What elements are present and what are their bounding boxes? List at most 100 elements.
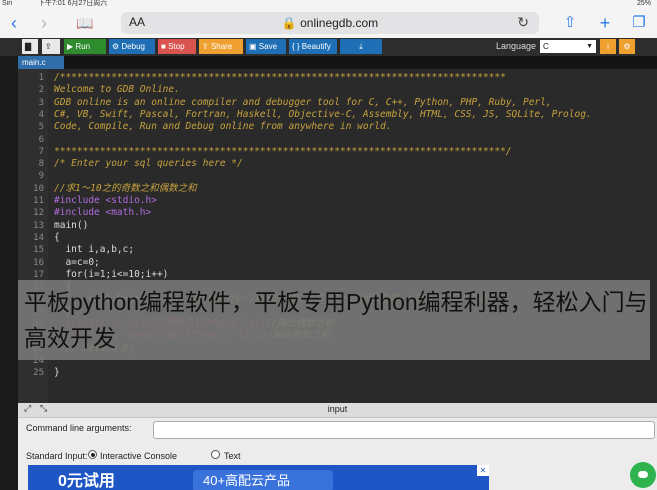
text-label: Text [224, 451, 241, 461]
code-text: /* Enter your sql queries here */ [54, 158, 243, 170]
text-radio[interactable] [211, 450, 220, 459]
line-number: 8 [38, 159, 44, 170]
language-label: Language [496, 41, 537, 51]
input-panel: ⤢ ⤡ input Command line arguments: Standa… [18, 403, 657, 490]
book-icon[interactable]: 📖 [76, 12, 94, 34]
code-text: main() [54, 219, 89, 231]
ad-left-text: 0元试用 [58, 473, 115, 490]
upload-icon[interactable]: ⇪ [42, 39, 60, 54]
chat-icon[interactable] [630, 462, 656, 488]
line-number: 10 [33, 183, 44, 194]
language-select[interactable]: C ▼ [540, 40, 596, 53]
code-line: main() [54, 220, 654, 232]
code-text: GDB online is an online compiler and deb… [54, 96, 552, 108]
code-line: } [54, 367, 654, 379]
caption-overlay: 平板python编程软件，平板专用Python编程利器，轻松入门与高效开发 [18, 280, 650, 360]
stdin-label: Standard Input: [26, 451, 88, 461]
input-title: input [327, 404, 348, 414]
code-text: #include <math.h> [54, 207, 152, 219]
run-button[interactable]: ▶ Run [64, 39, 106, 54]
line-number: 2 [38, 85, 44, 96]
line-number: 1 [38, 73, 44, 83]
code-line: { [54, 232, 654, 244]
share-button[interactable]: ⇪ Share [199, 39, 243, 54]
line-number: 7 [38, 146, 44, 157]
plus-icon[interactable]: + [596, 12, 614, 34]
battery-label: 25% [636, 0, 651, 7]
new-file-icon[interactable]: ▇ [22, 39, 38, 54]
address-bar[interactable]: AA 🔒 onlinegdb.com ↻ [121, 12, 539, 34]
save-button[interactable]: ▣ Save [246, 39, 286, 54]
status-time: 下午7:01 6月27日周六 [38, 0, 108, 7]
line-number: 5 [38, 122, 44, 133]
code-text: Welcome to GDB Online. [54, 84, 180, 96]
code-text: int i,a,b,c; [54, 244, 135, 256]
code-line: Code, Compile, Run and Debug online from… [54, 121, 654, 133]
code-line: #include <stdio.h> [54, 195, 654, 207]
code-line: /***************************************… [54, 72, 654, 84]
code-line: ****************************************… [54, 146, 654, 158]
line-number: 11 [33, 196, 44, 206]
code-line: a=c=0; [54, 257, 654, 269]
beautify-button[interactable]: { } Beautify [289, 39, 337, 54]
input-header: ⤢ ⤡ input [18, 403, 657, 418]
code-text: C#, VB, Swift, Pascal, Fortran, Haskell,… [54, 108, 592, 120]
browser-toolbar: ‹ › 📖 AA 🔒 onlinegdb.com ↻ ⇧ + ❐ [0, 8, 657, 39]
chevron-down-icon: ▼ [586, 43, 593, 50]
line-number: 6 [38, 134, 44, 145]
share-icon[interactable]: ⇧ [561, 12, 579, 34]
interactive-console-radio[interactable] [88, 450, 97, 459]
info-icon[interactable]: i [600, 39, 616, 54]
chevron-right-icon[interactable]: › [36, 12, 52, 34]
code-line: for(i=1;i<=10;i++) [54, 269, 654, 281]
code-line: int i,a,b,c; [54, 244, 654, 256]
code-text: //求1～10之的奇数之和偶数之和 [54, 182, 197, 194]
line-number: 4 [38, 109, 44, 120]
lock-icon: 🔒 [281, 16, 297, 30]
carrier-label: Siri [2, 0, 13, 7]
left-sidebar [0, 56, 18, 490]
line-number: 12 [33, 208, 44, 219]
file-tab-bar: main.c [18, 56, 657, 69]
debug-button[interactable]: ⚙ Debug [109, 39, 155, 54]
cmd-args-input[interactable] [153, 421, 655, 439]
cmd-args-label: Command line arguments: [26, 423, 132, 433]
code-text: /***************************************… [54, 72, 506, 83]
ad-right-text: 40+高配云产品 [193, 470, 333, 490]
ad-banner[interactable]: 0元试用 40+高配云产品 ✕ [28, 465, 489, 490]
close-icon[interactable]: ✕ [477, 465, 489, 476]
line-number: 16 [33, 257, 44, 268]
code-text: { [54, 231, 60, 243]
caption-text: 平板python编程软件，平板专用Python编程利器，轻松入门与高效开发 [24, 289, 648, 351]
url-text: 🔒 onlinegdb.com [281, 16, 379, 30]
line-number: 3 [38, 97, 44, 108]
line-number: 25 [33, 368, 44, 379]
code-text: Code, Compile, Run and Debug online from… [54, 121, 392, 133]
chevron-left-icon[interactable]: ‹ [6, 12, 22, 34]
code-text: ****************************************… [54, 145, 512, 157]
gear-icon[interactable]: ⚙ [619, 39, 635, 54]
download-icon[interactable]: ⤓ [340, 39, 382, 54]
code-line: GDB online is an online compiler and deb… [54, 97, 654, 109]
code-text: for(i=1;i<=10;i++) [54, 268, 169, 280]
line-number: 17 [33, 269, 44, 280]
line-number: 15 [33, 245, 44, 256]
code-text: a=c=0; [54, 256, 100, 268]
line-number: 13 [33, 220, 44, 231]
code-line: Welcome to GDB Online. [54, 84, 654, 96]
line-number: 9 [38, 171, 44, 182]
code-line: #include <math.h> [54, 207, 654, 219]
interactive-console-label: Interactive Console [100, 451, 178, 461]
tab-main-c[interactable]: main.c [18, 56, 64, 69]
code-text: #include <stdio.h> [54, 195, 157, 206]
code-text: } [54, 367, 60, 379]
ios-status-bar: Siri 下午7:01 6月27日周六 25% [0, 0, 657, 8]
code-line: //求1～10之的奇数之和偶数之和 [54, 183, 654, 195]
reload-icon[interactable]: ↻ [517, 14, 529, 31]
code-line: /* Enter your sql queries here */ [54, 158, 654, 170]
code-editor[interactable]: 1 /**************************************… [18, 69, 657, 403]
stop-button[interactable]: ■ Stop [158, 39, 196, 54]
tabs-icon[interactable]: ❐ [630, 12, 648, 34]
